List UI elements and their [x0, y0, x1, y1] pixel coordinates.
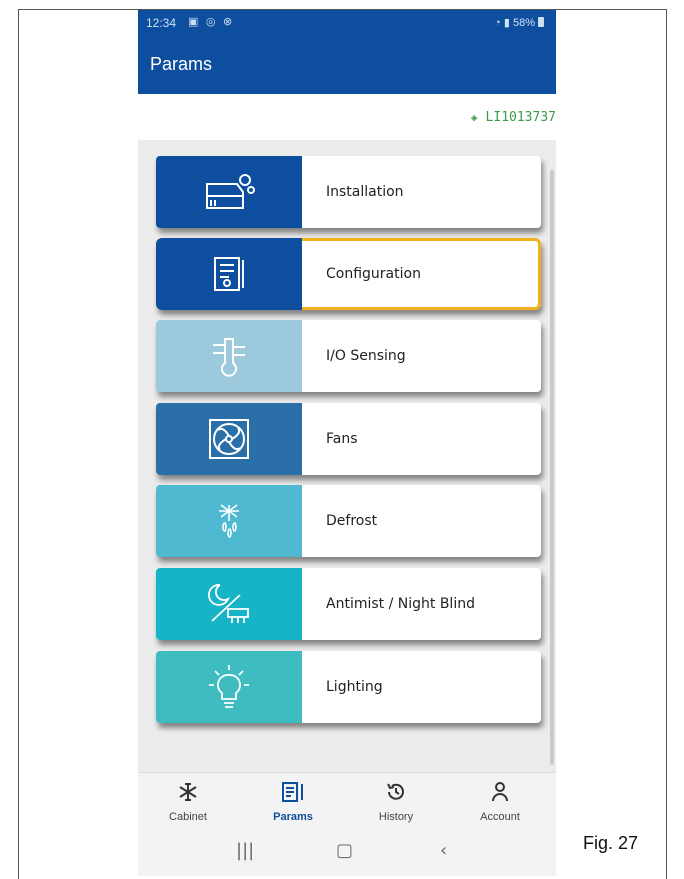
- connection-icon: ◈: [470, 111, 478, 124]
- nav-account[interactable]: Account: [450, 773, 550, 829]
- menu-item-configuration[interactable]: Configuration: [156, 238, 541, 310]
- nav-label: Params: [273, 811, 313, 823]
- signal-icon: ◔ ▮: [494, 17, 510, 29]
- nav-params[interactable]: Params: [243, 773, 343, 829]
- menu-item-fans[interactable]: Fans: [156, 403, 541, 475]
- nav-label: Cabinet: [169, 811, 207, 823]
- menu-item-label: Antimist / Night Blind: [326, 596, 475, 612]
- configuration-icon: [156, 238, 302, 310]
- snowflake-icon: [179, 783, 197, 801]
- home-icon[interactable]: ▢: [336, 840, 353, 861]
- scrollbar[interactable]: [550, 170, 554, 765]
- menu-item-label: Defrost: [326, 513, 378, 529]
- figure-caption: Fig. 27: [583, 833, 639, 853]
- status-right: ◔ ▮ 58%: [494, 16, 544, 29]
- status-notification-icons: ▣ ◎ ⊗: [188, 15, 235, 28]
- fan-icon: [156, 403, 302, 475]
- system-nav-bar: ||| ▢ ‹: [138, 828, 556, 876]
- menu-item-label: Installation: [326, 184, 404, 200]
- recent-apps-icon[interactable]: |||: [236, 840, 254, 861]
- nav-label: History: [378, 811, 414, 823]
- battery-text: 58%: [512, 17, 535, 29]
- menu-item-label: Lighting: [326, 679, 383, 695]
- menu-item-lighting[interactable]: Lighting: [156, 651, 541, 723]
- nav-cabinet[interactable]: Cabinet: [138, 773, 238, 829]
- battery-icon: [538, 17, 544, 27]
- installation-icon: [156, 156, 302, 228]
- status-time: 12:34: [146, 16, 177, 30]
- antimist-icon: [156, 568, 302, 640]
- menu-item-label: I/O Sensing: [326, 348, 406, 364]
- device-id-text: LI1013737: [485, 110, 556, 125]
- menu-item-defrost[interactable]: Defrost: [156, 485, 541, 557]
- menu-item-installation[interactable]: Installation: [156, 156, 541, 228]
- history-icon: [387, 783, 404, 800]
- account-icon: [492, 782, 508, 802]
- menu-item-antimist[interactable]: Antimist / Night Blind: [156, 568, 541, 640]
- menu-item-label: Fans: [326, 431, 358, 447]
- page-title: Params: [150, 54, 213, 74]
- app-bar: 12:34 ▣ ◎ ⊗ ◔ ▮ 58% Params: [138, 10, 556, 94]
- defrost-icon: [156, 485, 302, 557]
- nav-history[interactable]: History: [346, 773, 446, 829]
- params-icon: [282, 782, 303, 802]
- back-icon[interactable]: ‹: [440, 840, 447, 861]
- phone-screen: 12:34 ▣ ◎ ⊗ ◔ ▮ 58% Params ◈ LI1013737 In…: [138, 10, 556, 876]
- io-sensing-icon: [156, 320, 302, 392]
- bottom-nav: Cabinet Params History Account: [138, 772, 556, 829]
- menu-item-io-sensing[interactable]: I/O Sensing: [156, 320, 541, 392]
- nav-label: Account: [480, 811, 520, 823]
- menu-item-label: Configuration: [326, 266, 421, 282]
- device-id: ◈ LI1013737: [471, 110, 556, 125]
- lighting-icon: [156, 651, 302, 723]
